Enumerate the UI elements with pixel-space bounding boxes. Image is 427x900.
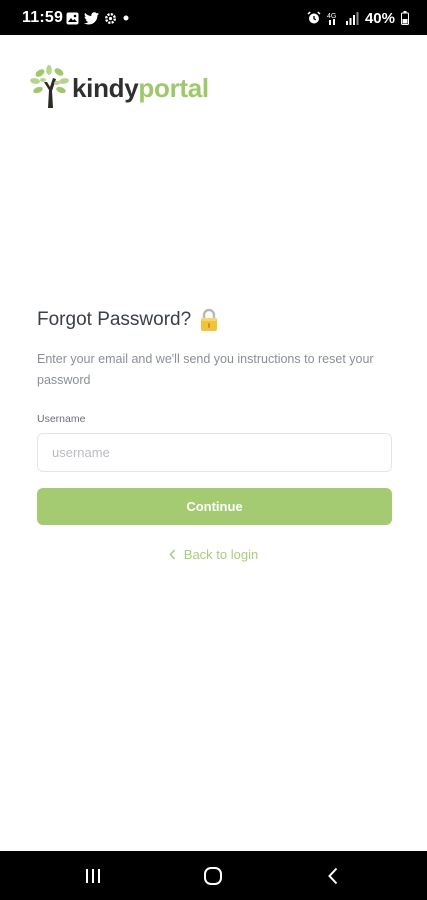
image-icon [66, 12, 79, 24]
back-icon [328, 867, 338, 884]
home-button[interactable] [183, 851, 243, 900]
back-to-login-link[interactable]: Back to login [0, 547, 427, 562]
username-label: Username [37, 413, 86, 425]
back-to-login-label: Back to login [183, 547, 259, 562]
battery-icon [401, 11, 409, 25]
status-bar: 11:59 4G 40% [0, 0, 427, 35]
battery-percent: 40% [364, 9, 395, 27]
wifi-calling-icon: 4G [327, 13, 336, 25]
title-row: Forgot Password? [37, 308, 219, 332]
status-notification-icons [66, 10, 130, 26]
back-button[interactable] [303, 851, 363, 900]
lock-icon [201, 308, 218, 331]
chevron-left-icon [169, 549, 175, 560]
signal-icon [345, 12, 359, 25]
home-icon [204, 866, 222, 885]
recent-apps-button[interactable] [63, 851, 123, 900]
dot-icon [123, 15, 129, 21]
continue-button[interactable]: Continue [37, 488, 392, 525]
settings-icon [104, 12, 117, 24]
alarm-icon [307, 11, 321, 24]
logo-text-kindy: kindy [72, 72, 139, 103]
twitter-icon [84, 11, 99, 24]
page-title: Forgot Password? [37, 309, 192, 330]
svg-text:4G: 4G [327, 13, 336, 20]
system-nav-bar [0, 851, 427, 900]
status-system-icons: 4G 40% [307, 9, 409, 27]
logo-wordmark: kindyportal [72, 73, 209, 104]
status-time: 11:59 [22, 9, 64, 26]
logo-text-portal: portal [138, 72, 209, 103]
kindyportal-logo: kindyportal [30, 64, 209, 108]
recent-apps-icon [86, 868, 100, 883]
tree-logo-icon [30, 65, 69, 108]
username-input[interactable] [37, 433, 392, 472]
instructions-text: Enter your email and we'll send you inst… [37, 352, 374, 387]
